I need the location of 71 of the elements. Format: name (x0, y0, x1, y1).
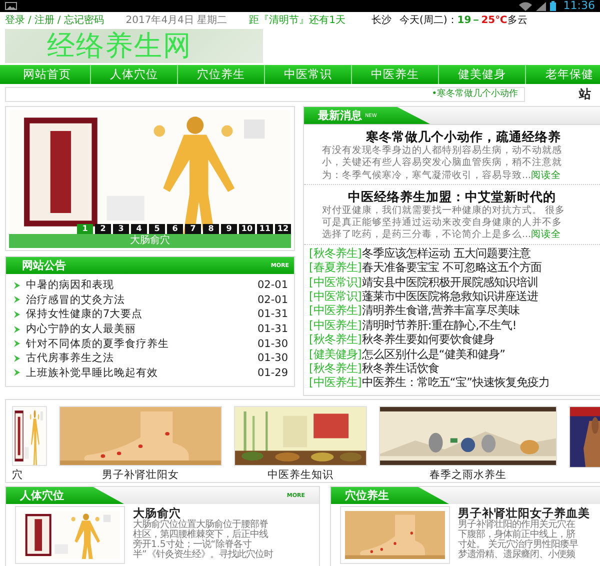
weather-city: 长沙 (371, 14, 392, 27)
article-title[interactable]: 中医经络养生加盟：中艾堂新时代的 (348, 188, 600, 204)
weather-day: 今天(周二)： (399, 13, 458, 27)
account-link[interactable]: 忘记密码 (64, 13, 104, 27)
gallery-caption[interactable]: 男子补肾壮阳女 (59, 468, 222, 482)
news-link[interactable]: 靖安县中医院积极开展院感知识培训 (362, 276, 538, 289)
notice-link[interactable]: 古代房事养生之法 (26, 351, 258, 366)
entry-summary: 男子补肾壮阳的作用关元穴在 下腹部，身体前正中线上，脐 寸处。 关元穴治疗男性阳痿早 梦遗滑精、遗尿癃闭、小便频 (458, 520, 580, 560)
entry-title[interactable]: 大肠俞穴 (133, 507, 273, 520)
notice-date: 01-31 (257, 308, 288, 320)
news-link[interactable]: 冬季应该怎样运动 五大问题要注意 (362, 246, 530, 260)
slide-page-button[interactable]: 12 (275, 224, 291, 234)
gallery-caption[interactable]: 穴 (12, 468, 47, 482)
article-summary: 有没有发现冬季身边的人都特别容易生病，动不动就感 小，关键还有些人容易突发心脑血管疾病，稍不注意就 为：冬季气候寒冷，寒气凝滞收引，容易导致...阅读全 (322, 145, 563, 182)
article-title[interactable]: 寒冬常做几个小动作，疏通经络养 (366, 129, 600, 144)
signal-icon (536, 2, 546, 10)
slide-page-button[interactable]: 11 (257, 224, 273, 234)
notice-link[interactable]: 针对不同体质的夏季食疗养生 (26, 336, 258, 351)
panel-title: 最新消息 (318, 108, 362, 123)
notice-link[interactable]: 保持女性健康的7大要点 (26, 307, 258, 322)
slide-page-button[interactable]: 9 (221, 224, 237, 234)
news-link[interactable]: 秋冬养生话饮食 (362, 362, 439, 376)
news-link[interactable]: 春天准备要宝宝 不可忽略这五个方面 (362, 261, 542, 274)
festival-countdown: 距『清明节』还有1天 (249, 14, 346, 27)
news-link[interactable]: 中医养生：常吃五“宝”快速恢复免疫力 (362, 376, 550, 390)
battery-icon (550, 1, 556, 11)
account-link[interactable]: 登录 (5, 13, 25, 27)
current-date: 2017年4月4日 星期二 (126, 14, 228, 27)
gallery-caption[interactable]: 中医养生知识 (234, 468, 367, 482)
link-separator: / (57, 14, 61, 26)
news-link[interactable]: 蓬莱市中医医院将急救知识讲座送进 (362, 290, 538, 303)
news-link[interactable]: 怎么区别什么是“健美和健身” (362, 348, 506, 361)
notice-link[interactable]: 内心宁静的女人最美丽 (26, 322, 258, 336)
slide-page-button[interactable]: 4 (131, 224, 147, 234)
panel-title: 网站公告 (22, 258, 66, 273)
image-icon (5, 2, 17, 10)
entry-title[interactable]: 男子补肾壮阳女子养血美 (458, 507, 590, 520)
article-summary: 对付亚健康，我们就需要找一种健康的对抗方式。 很多 可是真正能够坚持通过运动来改变自身健康的人并不多 选择了吃药，是药三分毒，不论简介上是多么...阅读全 (322, 204, 566, 242)
panel-title: 穴位养生 (345, 488, 389, 503)
slide-page-button[interactable]: 3 (113, 224, 129, 234)
low-temperature: 19－ (457, 14, 482, 27)
news-link[interactable]: 清明时节养肝:重在静心,不生气! (362, 318, 517, 332)
link-separator: / (28, 14, 32, 26)
notice-link[interactable]: 治疗感冒的艾灸方法 (26, 292, 258, 307)
notice-date: 01-30 (257, 352, 288, 364)
slide-page-button[interactable]: 7 (185, 224, 201, 234)
notice-link[interactable]: 上班族补觉早睡比晚起有效 (26, 366, 258, 380)
notice-date: 02-01 (257, 279, 288, 292)
notice-date: 01-31 (257, 323, 288, 336)
gallery-caption[interactable]: 春季之雨水养生 (379, 468, 557, 482)
slide-page-button[interactable]: 6 (167, 224, 183, 234)
notice-date: 01-29 (257, 366, 288, 379)
notice-link[interactable]: 中暑的病因和表现 (26, 278, 258, 292)
news-link[interactable]: 秋冬养生要如何要饮食健身 (362, 333, 494, 346)
notice-date: 01-30 (257, 338, 288, 350)
account-link[interactable]: 注册 (34, 13, 54, 27)
slide-page-button[interactable]: 1 (77, 224, 93, 234)
notice-date: 02-01 (257, 294, 288, 306)
wifi-icon (519, 2, 532, 10)
news-link[interactable]: 清明养生食谱,营养丰富享尽美味 (362, 304, 520, 318)
entry-summary: 大肠俞穴位位置大肠俞位于腰部脊 柱区，第四腰椎棘突下，后正中线 旁开1.5寸处；一说“除脊各寸 半”《针灸资生经》。寻找此穴位时 (133, 520, 273, 560)
high-temperature: 25℃ (481, 14, 508, 26)
weather-condition: 多云 (507, 14, 528, 27)
slide-page-button[interactable]: 10 (239, 224, 255, 234)
clock-time: 11:36 (563, 0, 595, 12)
slide-page-button[interactable]: 8 (203, 224, 219, 234)
slide-page-button[interactable]: 5 (149, 224, 165, 234)
panel-title: 人体穴位 (20, 488, 64, 503)
news-ticker[interactable]: •寒冬常做几个小动作 (5, 87, 525, 102)
slide-page-button[interactable]: 2 (95, 224, 111, 234)
sidebar-heading: 站 (579, 86, 591, 103)
